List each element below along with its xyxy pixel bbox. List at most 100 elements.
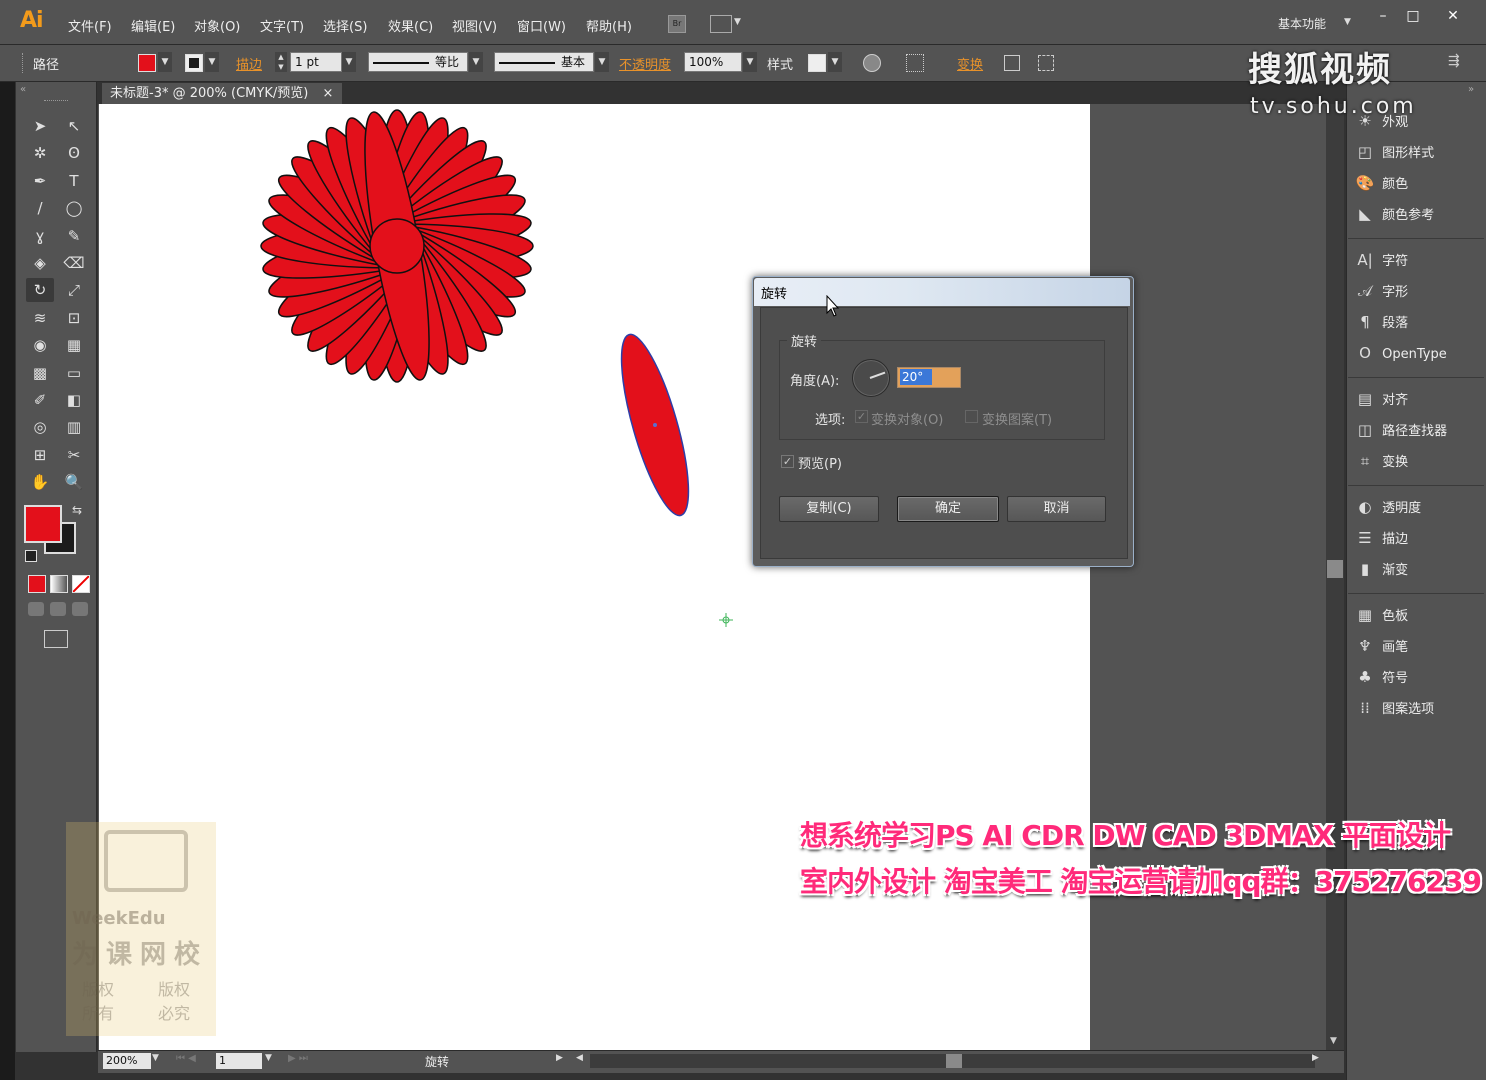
pencil-tool-icon[interactable]: ✎ (60, 224, 88, 248)
transform-objects-checkbox[interactable]: ✓ (855, 410, 868, 423)
panel-item[interactable]: ⁞⁞ 图案选项 (1352, 695, 1482, 721)
workspace-switcher[interactable]: 基本功能 (1278, 15, 1326, 32)
zoom-tool-icon[interactable]: 🔍 (60, 470, 88, 494)
scale-tool-icon[interactable]: ⤢ (60, 278, 88, 302)
flower-artwork[interactable] (259, 108, 535, 384)
eyedropper-tool-icon[interactable]: ✐ (26, 388, 54, 412)
panel-item[interactable]: ♣ 符号 (1352, 664, 1482, 690)
style-dropdown-icon[interactable]: ▼ (828, 52, 842, 72)
stroke-weight-dropdown-icon[interactable]: ▼ (342, 52, 356, 72)
panel-item[interactable]: 𝒜 字形 (1352, 278, 1482, 304)
panel-item[interactable]: ▤ 对齐 (1352, 386, 1482, 412)
horizontal-scrollbar-thumb[interactable] (946, 1054, 962, 1068)
align-options-icon[interactable] (906, 54, 924, 72)
pen-tool-icon[interactable]: ✒ (26, 169, 54, 193)
ok-button[interactable]: 确定 (897, 496, 999, 522)
fill-color-box[interactable] (24, 505, 62, 543)
arrange-documents-button[interactable] (710, 15, 732, 33)
opacity-dropdown-icon[interactable]: ▼ (743, 52, 757, 72)
recolor-icon[interactable] (863, 54, 881, 72)
none-mode-icon[interactable] (72, 575, 90, 593)
mesh-tool-icon[interactable]: ▩ (26, 361, 54, 385)
default-colors-icon[interactable] (25, 550, 37, 562)
scroll-left-arrow-icon[interactable]: ◀ (576, 1053, 583, 1063)
opacity-input[interactable]: 100% (684, 52, 742, 72)
brush-dropdown-icon[interactable]: ▼ (595, 52, 609, 72)
panel-item[interactable]: O OpenType (1352, 340, 1482, 366)
scroll-right-arrow-icon[interactable]: ▶ (1312, 1053, 1319, 1063)
cancel-button[interactable]: 取消 (1007, 496, 1106, 522)
panel-group-separator[interactable] (1348, 593, 1484, 594)
artboard-tool-icon[interactable]: ⊞ (26, 443, 54, 467)
angle-input-value[interactable]: 20° (900, 369, 932, 385)
opacity-label[interactable]: 不透明度 (619, 54, 671, 73)
stroke-swatch[interactable] (185, 54, 203, 72)
first-artboard-icon[interactable]: ⏮ ◀ (176, 1053, 196, 1064)
stroke-weight-input[interactable]: 1 pt (290, 52, 342, 72)
tools-grip[interactable] (44, 100, 68, 103)
hand-tool-icon[interactable]: ✋ (26, 470, 54, 494)
isolate-object-icon[interactable] (1004, 55, 1020, 71)
lasso-tool-icon[interactable]: ʘ (60, 141, 88, 165)
dock-collapse-icon[interactable]: » (1468, 84, 1474, 95)
fill-swatch[interactable] (138, 54, 156, 72)
swap-fill-stroke-icon[interactable]: ⇆ (72, 503, 82, 517)
draw-behind-icon[interactable] (50, 602, 66, 616)
width-tool-icon[interactable]: ≋ (26, 306, 54, 330)
next-artboard-icon[interactable]: ▶ ⏭ (288, 1053, 308, 1064)
stroke-weight-stepper[interactable]: ▲ ▼ (275, 52, 287, 72)
draw-normal-icon[interactable] (28, 602, 44, 616)
maximize-button[interactable]: □ (1398, 6, 1428, 26)
selection-tool-icon[interactable]: ➤ (26, 114, 54, 138)
menu-view[interactable]: 视图(V) (452, 16, 497, 35)
screen-mode-icon[interactable] (44, 630, 68, 648)
minimize-button[interactable]: – (1368, 6, 1398, 26)
close-button[interactable]: ✕ (1438, 6, 1468, 26)
menu-help[interactable]: 帮助(H) (586, 16, 632, 35)
menu-window[interactable]: 窗口(W) (517, 16, 566, 35)
panel-item[interactable]: ◣ 颜色参考 (1352, 201, 1482, 227)
menu-file[interactable]: 文件(F) (68, 16, 112, 35)
vertical-scrollbar-thumb[interactable] (1327, 560, 1343, 578)
panel-item[interactable]: ◰ 图形样式 (1352, 139, 1482, 165)
artboard-dropdown-icon[interactable]: ▼ (265, 1053, 272, 1063)
profile-dropdown-icon[interactable]: ▼ (469, 52, 483, 72)
tools-collapse-icon[interactable]: « (20, 84, 26, 95)
panel-menu-icon[interactable]: ⇶ (1448, 53, 1460, 69)
gradient-mode-icon[interactable] (50, 575, 68, 593)
panel-item[interactable]: ¶ 段落 (1352, 309, 1482, 335)
copy-button[interactable]: 复制(C) (779, 496, 879, 522)
arrange-dropdown-icon[interactable]: ▼ (734, 17, 741, 27)
fill-dropdown-icon[interactable]: ▼ (158, 52, 172, 72)
type-tool-icon[interactable]: T (60, 169, 88, 193)
panel-item[interactable]: ◐ 透明度 (1352, 494, 1482, 520)
paintbrush-tool-icon[interactable]: ɣ (26, 224, 54, 248)
document-tab-close-icon[interactable]: × (322, 86, 333, 101)
draw-inside-icon[interactable] (72, 602, 88, 616)
zoom-level-input[interactable]: 200% (103, 1053, 151, 1069)
workspace-dropdown-icon[interactable]: ▼ (1344, 17, 1351, 27)
transform-patterns-checkbox[interactable] (965, 410, 978, 423)
stroke-dropdown-icon[interactable]: ▼ (205, 52, 219, 72)
blob-brush-tool-icon[interactable]: ◈ (26, 251, 54, 275)
panel-item[interactable]: ◫ 路径查找器 (1352, 417, 1482, 443)
symbol-sprayer-tool-icon[interactable]: ◎ (26, 415, 54, 439)
free-transform-tool-icon[interactable]: ⊡ (60, 306, 88, 330)
panel-item[interactable]: ⌗ 变换 (1352, 448, 1482, 474)
color-mode-icon[interactable] (28, 575, 46, 593)
slice-tool-icon[interactable]: ✂ (60, 443, 88, 467)
graphic-style-swatch[interactable] (808, 54, 826, 72)
variable-width-profile[interactable]: 等比 (368, 52, 468, 72)
rotate-tool-icon[interactable]: ↻ (26, 278, 54, 303)
stroke-label[interactable]: 描边 (236, 54, 262, 73)
panel-item[interactable]: ☰ 描边 (1352, 525, 1482, 551)
bridge-button[interactable]: Br (668, 15, 686, 33)
line-tool-icon[interactable]: / (26, 196, 54, 220)
menu-edit[interactable]: 编辑(E) (131, 16, 175, 35)
quick-actions-icon[interactable] (1038, 55, 1054, 71)
panel-group-separator[interactable] (1348, 238, 1484, 239)
brush-definition[interactable]: 基本 (494, 52, 594, 72)
perspective-grid-tool-icon[interactable]: ▦ (60, 333, 88, 357)
rotated-petal[interactable] (608, 329, 702, 522)
panel-group-separator[interactable] (1348, 485, 1484, 486)
